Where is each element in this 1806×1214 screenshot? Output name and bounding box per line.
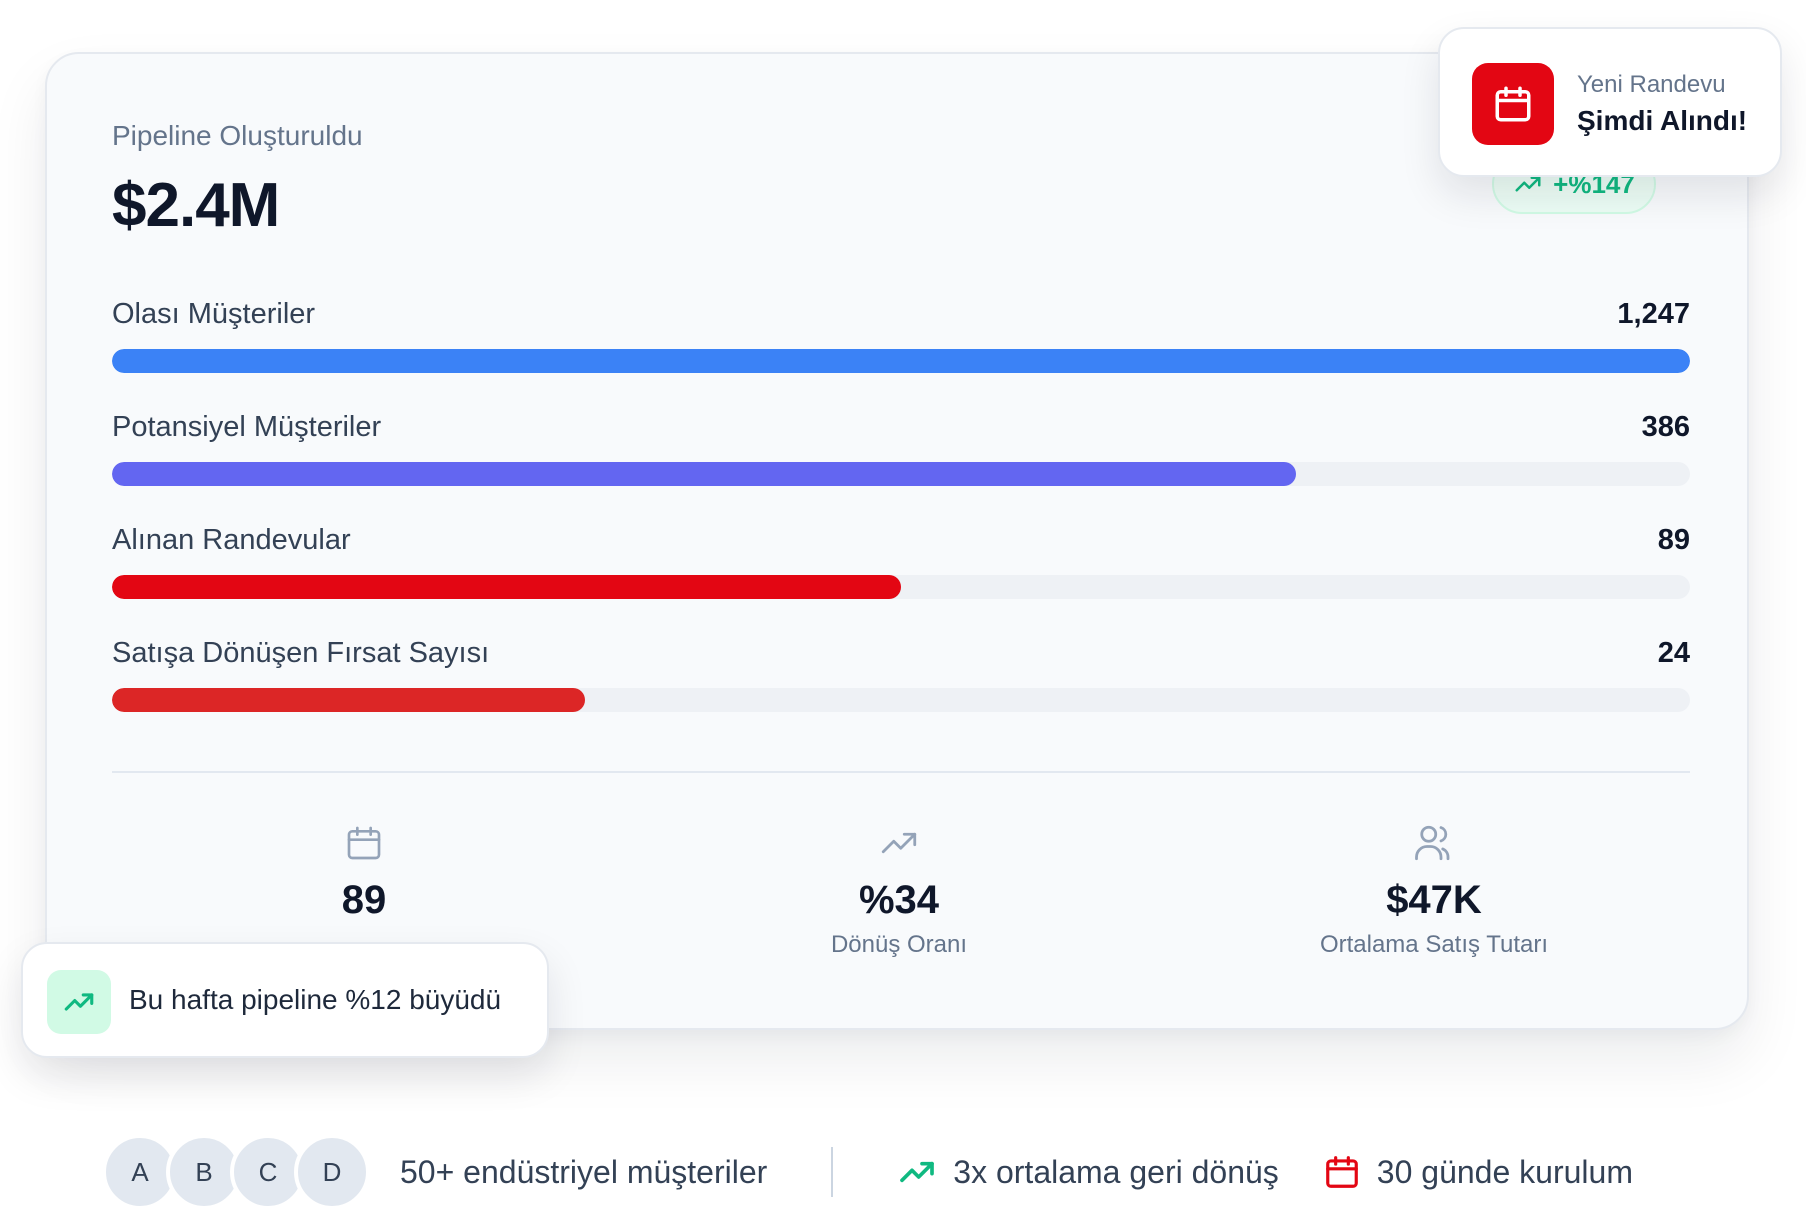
appointment-notification[interactable]: Yeni Randevu Şimdi Alındı! [1438,27,1782,177]
vertical-divider [831,1147,834,1197]
growth-toast[interactable]: Bu hafta pipeline %12 büyüdü [21,942,549,1058]
funnel-label: Alınan Randevular [112,523,351,556]
funnel-track [112,575,1690,599]
funnel-fill [112,349,1690,373]
trending-up-icon [64,993,94,1011]
funnel-track [112,688,1690,712]
users-icon [1415,825,1450,861]
setup-item: 30 günde kurulum [1323,1153,1633,1191]
funnel-value: 386 [1641,410,1690,443]
funnel-row-leads: Olası Müşteriler 1,247 [112,294,1690,373]
funnel-row-appointments: Alınan Randevular 89 [112,520,1690,599]
funnel-row-conversions: Satışa Dönüşen Fırsat Sayısı 24 [112,633,1690,712]
calendar-icon [1325,1156,1358,1188]
pipeline-value: $2.4M [112,171,280,240]
stat-value: %34 [858,878,940,922]
notification-message: Şimdi Alındı! [1577,105,1748,136]
trending-up-icon [881,832,917,854]
funnel-label: Satışa Dönüşen Fırsat Sayısı [112,636,490,669]
setup-text: 30 günde kurulum [1376,1153,1633,1190]
stat-meetings: 89 [164,822,564,931]
notification-title: Yeni Randevu [1577,71,1726,98]
toast-icon-box [47,970,111,1034]
avatar: D [294,1134,370,1210]
funnel-track [112,462,1690,486]
funnel-value: 1,247 [1617,297,1690,330]
funnel-label: Olası Müşteriler [112,297,316,330]
avatar-group: A B C D [102,1134,370,1210]
calendar-icon [347,826,381,860]
roi-text: 3x ortalama geri dönüş [953,1153,1279,1190]
stat-conversion-rate: %34 Dönüş Oranı [699,822,1099,959]
trust-bar: A B C D 50+ endüstriyel müşteriler 3x or… [102,1134,1792,1210]
toast-text: Bu hafta pipeline %12 büyüdü [129,984,502,1015]
stat-label: Ortalama Satış Tutarı [1319,931,1549,958]
stat-label: Dönüş Oranı [830,931,968,958]
clients-text: 50+ endüstriyel müşteriler [400,1153,768,1190]
stat-avg-deal: $47K Ortalama Satış Tutarı [1234,822,1634,959]
stat-value: $47K [1386,878,1482,922]
stat-value: 89 [341,878,387,922]
pipeline-card: Pipeline Oluşturuldu $2.4M +%147 Olası M… [45,52,1749,1030]
funnel-fill [112,575,901,599]
stage: Pipeline Oluşturuldu $2.4M +%147 Olası M… [0,0,1806,1214]
roi-item: 3x ortalama geri dönüş [897,1152,1279,1192]
pipeline-label: Pipeline Oluşturuldu [112,120,363,151]
funnel-value: 24 [1657,636,1690,669]
trending-up-icon [900,1161,935,1183]
funnel-track [112,349,1690,373]
funnel-value: 89 [1657,523,1690,556]
funnel-fill [112,688,586,712]
funnel-label: Potansiyel Müşteriler [112,410,382,443]
divider [112,771,1690,773]
calendar-icon [1495,86,1531,122]
notification-icon-box [1472,63,1554,145]
funnel-row-prospects: Potansiyel Müşteriler 386 [112,407,1690,486]
funnel-fill [112,462,1296,486]
